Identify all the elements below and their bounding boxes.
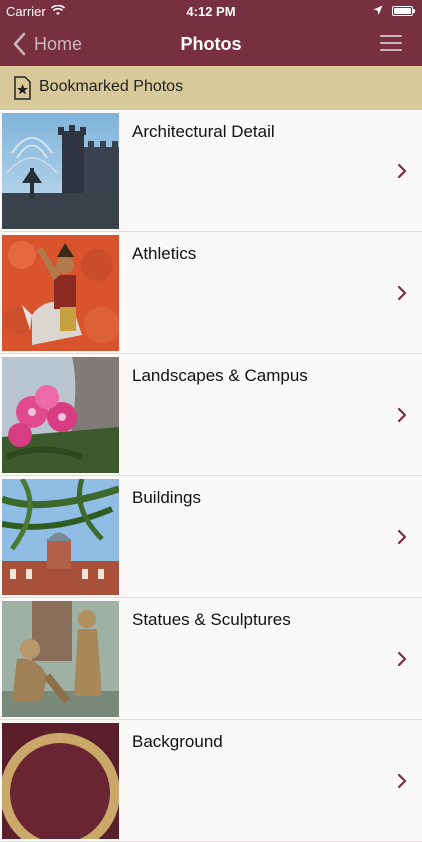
header: Carrier 4:12 PM Home Photos xyxy=(0,0,422,66)
bookmark-star-icon xyxy=(14,76,31,100)
list-item[interactable]: Buildings xyxy=(0,476,422,598)
chevron-right-icon xyxy=(397,285,407,301)
category-title: Athletics xyxy=(132,244,197,263)
category-title: Buildings xyxy=(132,488,201,507)
chevron-right-icon xyxy=(397,529,407,545)
chevron-right-icon xyxy=(397,163,407,179)
list-item[interactable]: Background xyxy=(0,720,422,842)
bookmarked-label: Bookmarked Photos xyxy=(39,78,184,95)
menu-icon[interactable] xyxy=(380,34,402,52)
chevron-right-icon xyxy=(397,651,407,667)
background-thumbnail xyxy=(2,723,119,839)
statues-sculptures-thumbnail xyxy=(2,601,119,717)
buildings-thumbnail xyxy=(2,479,119,595)
category-title: Architectural Detail xyxy=(132,122,275,141)
category-list: Architectural Detail Athletics Landscape… xyxy=(0,110,422,842)
page-title: Photos xyxy=(180,34,242,54)
category-title: Landscapes & Campus xyxy=(132,366,308,385)
list-item[interactable]: Athletics xyxy=(0,232,422,354)
battery-icon xyxy=(392,6,415,16)
athletics-thumbnail xyxy=(2,235,119,351)
status-bar: Carrier 4:12 PM xyxy=(0,0,422,22)
chevron-right-icon xyxy=(397,407,407,423)
list-item[interactable]: Statues & Sculptures xyxy=(0,598,422,720)
list-item[interactable]: Architectural Detail xyxy=(0,110,422,232)
bookmarked-photos-row[interactable]: Bookmarked Photos xyxy=(0,66,422,110)
category-title: Background xyxy=(132,732,223,751)
status-time: 4:12 PM xyxy=(186,4,236,19)
location-icon xyxy=(373,4,383,19)
landscapes-campus-thumbnail xyxy=(2,357,119,473)
category-title: Statues & Sculptures xyxy=(132,610,291,629)
architectural-detail-thumbnail xyxy=(2,113,119,229)
navigation-bar: Home Photos xyxy=(0,22,422,66)
chevron-right-icon xyxy=(397,773,407,789)
list-item[interactable]: Landscapes & Campus xyxy=(0,354,422,476)
